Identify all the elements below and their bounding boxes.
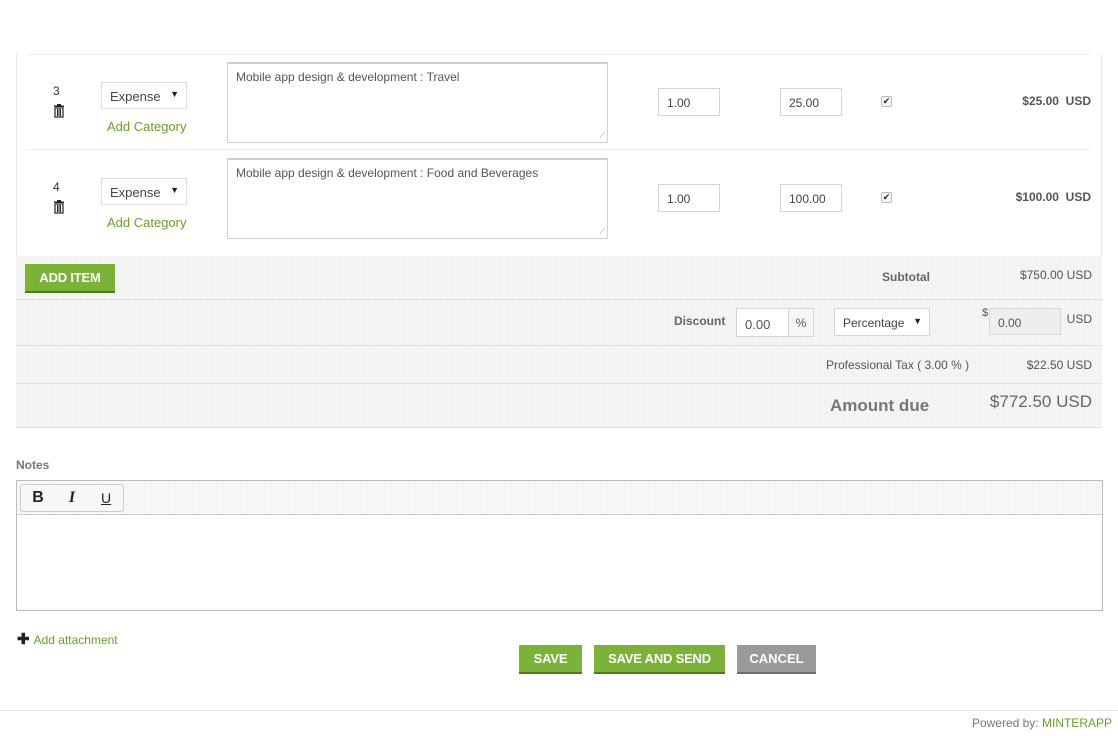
powered-by: Powered by: MINTERAPP bbox=[972, 716, 1112, 730]
item-rate-input[interactable]: 100.00 bbox=[780, 184, 842, 212]
line-items-table: 3 Expense ▼ Add Category Mobile app desi… bbox=[16, 54, 1102, 256]
item-quantity-input[interactable]: 1.00 bbox=[658, 184, 720, 212]
item-type-value: Expense bbox=[110, 89, 161, 104]
trash-icon[interactable] bbox=[52, 104, 66, 118]
add-attachment-link[interactable]: ✚ Add attachment bbox=[17, 630, 118, 648]
brand-link[interactable]: MINTERAPP bbox=[1042, 716, 1112, 730]
item-amount-value: $100.00 bbox=[1015, 190, 1059, 204]
discount-currency-symbol: $ bbox=[982, 307, 989, 319]
powered-by-label: Powered by: bbox=[971, 716, 1042, 730]
item-amount: $100.00 USD bbox=[931, 190, 1091, 204]
amount-due-label: Amount due bbox=[830, 396, 930, 415]
item-description-text: Mobile app design & development : Food a… bbox=[236, 166, 539, 180]
item-amount: $25.00 USD bbox=[931, 94, 1091, 108]
line-item-row: 4 Expense ▼ Add Category Mobile app desi… bbox=[27, 150, 1091, 246]
add-attachment-label: Add attachment bbox=[33, 633, 118, 647]
italic-button[interactable]: I bbox=[55, 485, 89, 511]
add-category-link[interactable]: Add Category bbox=[107, 215, 187, 230]
trash-icon[interactable] bbox=[52, 200, 66, 214]
caret-down-icon: ▼ bbox=[170, 185, 179, 195]
bold-button[interactable]: B bbox=[21, 485, 55, 511]
discount-unit: % bbox=[788, 308, 814, 337]
resize-grip-icon[interactable]: ⟋ bbox=[599, 131, 605, 141]
amount-due-value: $772.50 USD bbox=[989, 392, 1092, 411]
tax-row: Professional Tax ( 3.00 % ) $22.50 USD bbox=[16, 346, 1102, 384]
item-number: 4 bbox=[53, 180, 60, 194]
item-description-text: Mobile app design & development : Travel bbox=[236, 70, 460, 84]
subtotal-value: $750.00 USD bbox=[1019, 268, 1092, 282]
item-number: 3 bbox=[53, 84, 60, 98]
subtotal-label: Subtotal bbox=[882, 270, 930, 284]
add-category-link[interactable]: Add Category bbox=[107, 119, 187, 134]
discount-type-value: Percentage bbox=[843, 316, 905, 330]
item-tax-checkbox[interactable]: ✔ bbox=[881, 96, 892, 107]
item-rate-input[interactable]: 25.00 bbox=[780, 88, 842, 116]
save-and-send-button[interactable]: SAVE AND SEND bbox=[594, 645, 725, 674]
resize-grip-icon[interactable]: ⟋ bbox=[599, 227, 605, 237]
item-currency: USD bbox=[1065, 94, 1091, 108]
editor-toolbar: B I U bbox=[17, 481, 1102, 515]
discount-label: Discount bbox=[674, 314, 726, 328]
caret-down-icon: ▼ bbox=[170, 89, 179, 99]
notes-label: Notes bbox=[16, 458, 50, 472]
tax-label: Professional Tax ( 3.00 % ) bbox=[826, 358, 970, 372]
notes-textarea[interactable] bbox=[17, 515, 1102, 610]
discount-amount-input: 0.00 bbox=[989, 308, 1061, 335]
totals-section: ADD ITEM Subtotal $750.00 USD Discount 0… bbox=[16, 256, 1102, 428]
subtotal-row: ADD ITEM Subtotal $750.00 USD bbox=[16, 256, 1102, 300]
amount-due-row: Amount due $772.50 USD bbox=[16, 384, 1102, 428]
footer-divider bbox=[0, 710, 1118, 711]
item-type-select[interactable]: Expense ▼ bbox=[101, 82, 187, 109]
underline-button[interactable]: U bbox=[89, 485, 123, 511]
format-button-group: B I U bbox=[20, 484, 124, 512]
item-amount-value: $25.00 bbox=[1022, 94, 1059, 108]
item-currency: USD bbox=[1065, 190, 1091, 204]
discount-currency: USD bbox=[1066, 312, 1092, 326]
line-item-row: 3 Expense ▼ Add Category Mobile app desi… bbox=[27, 54, 1091, 150]
item-quantity-input[interactable]: 1.00 bbox=[658, 88, 720, 116]
discount-type-select[interactable]: Percentage ▼ bbox=[834, 308, 930, 336]
item-description-textarea[interactable]: Mobile app design & development : Travel… bbox=[227, 62, 608, 143]
add-item-button[interactable]: ADD ITEM bbox=[25, 264, 115, 293]
caret-down-icon: ▼ bbox=[913, 316, 922, 326]
discount-input[interactable]: 0.00 bbox=[736, 308, 789, 337]
plus-icon: ✚ bbox=[17, 631, 30, 648]
item-tax-checkbox[interactable]: ✔ bbox=[881, 192, 892, 203]
item-description-textarea[interactable]: Mobile app design & development : Food a… bbox=[227, 158, 608, 239]
notes-editor: B I U bbox=[16, 480, 1103, 611]
tax-value: $22.50 USD bbox=[1026, 358, 1092, 372]
cancel-button[interactable]: CANCEL bbox=[737, 645, 816, 674]
save-button[interactable]: SAVE bbox=[519, 645, 582, 674]
discount-row: Discount 0.00 % Percentage ▼ $ 0.00 USD bbox=[16, 300, 1102, 346]
item-type-select[interactable]: Expense ▼ bbox=[101, 178, 187, 205]
item-type-value: Expense bbox=[110, 185, 161, 200]
